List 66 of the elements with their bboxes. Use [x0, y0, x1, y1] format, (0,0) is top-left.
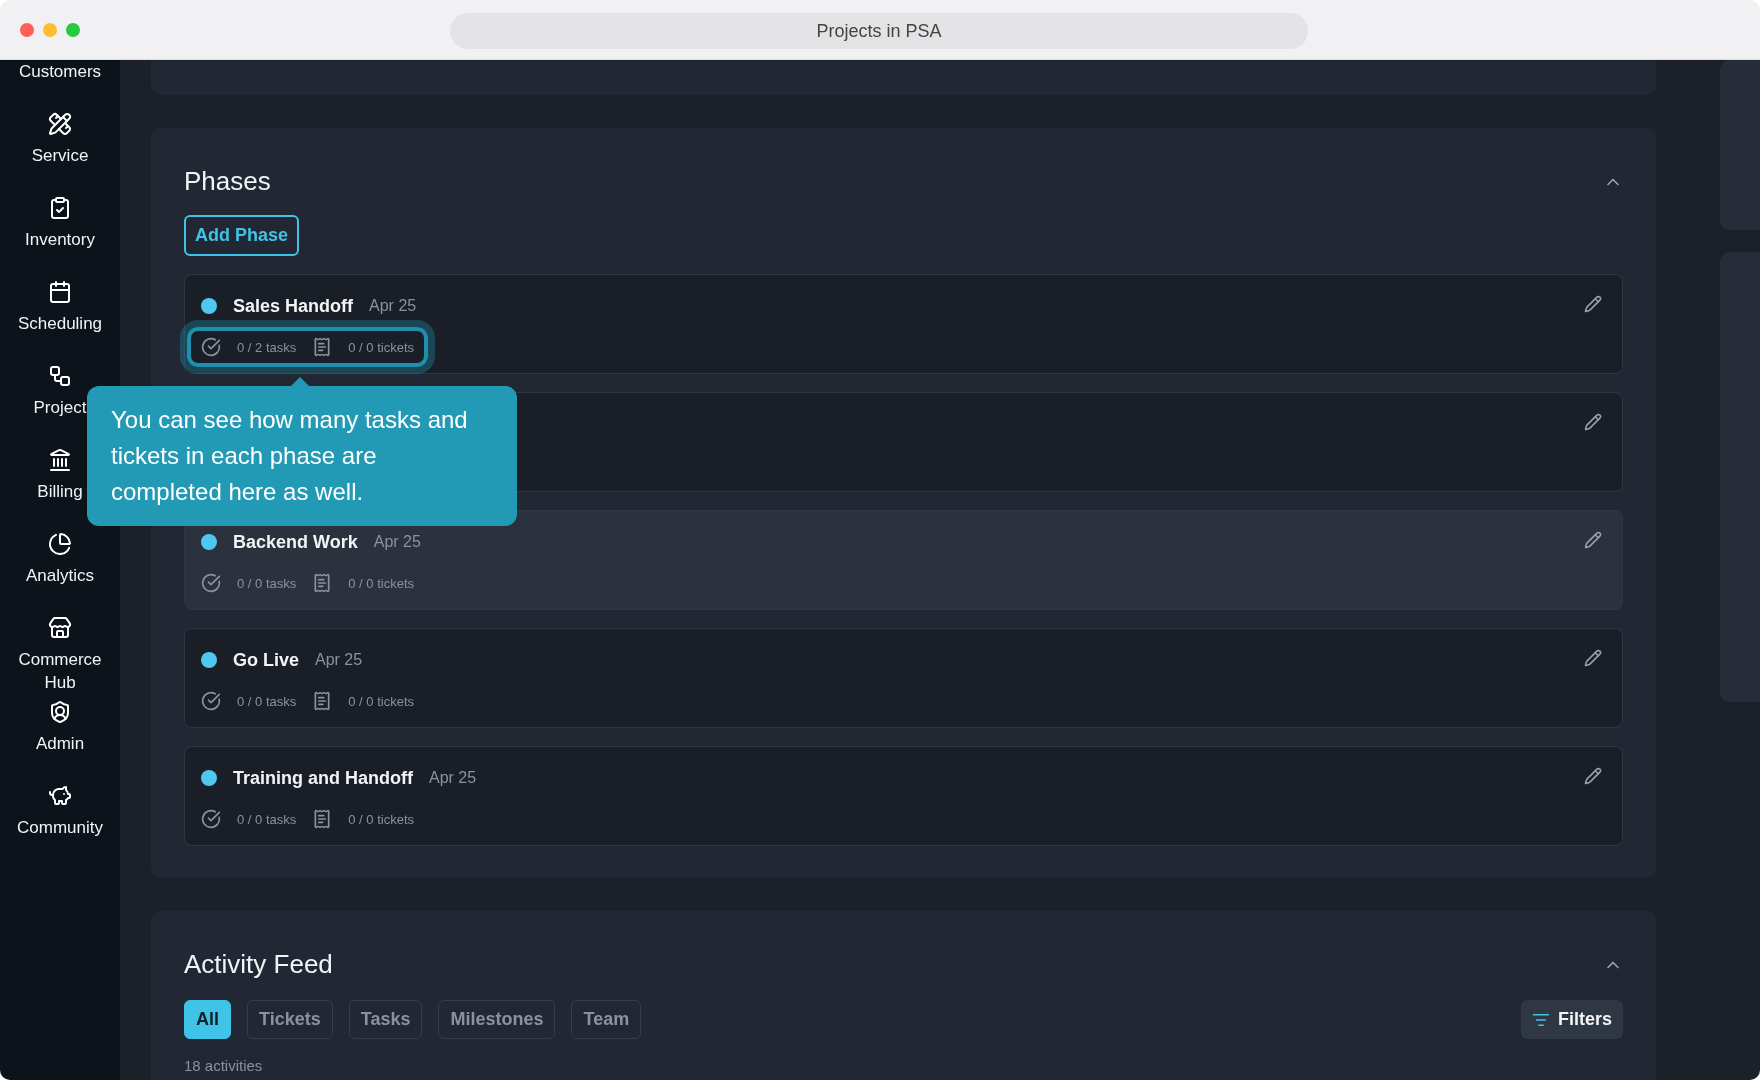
sidebar-item[interactable]: Commerce Hub [4, 616, 116, 700]
ticket-count: 0 / 0 tickets [348, 575, 414, 591]
section-title: Activity Feed [184, 949, 333, 980]
status-dot [201, 770, 217, 786]
calendar-icon [48, 280, 72, 304]
ticket-icon [312, 337, 333, 357]
status-dot [201, 652, 217, 668]
phase-row[interactable]: Backend Work Apr 25 0 / 0 tasks 0 / 0 tickets [184, 510, 1623, 610]
task-check-icon [201, 809, 221, 829]
ticket-icon [312, 573, 333, 593]
hierarchy-icon [48, 364, 72, 388]
phase-name: Training and Handoff [233, 767, 413, 789]
phase-name: Backend Work [233, 531, 358, 553]
filter-tab[interactable]: Tickets [247, 1000, 333, 1039]
bank-icon [48, 448, 72, 472]
shield-user-icon [48, 700, 72, 724]
phase-name: Go Live [233, 649, 299, 671]
filter-tab[interactable]: All [184, 1000, 231, 1039]
sidebar-item[interactable]: Inventory [4, 196, 116, 280]
task-check-icon [201, 337, 221, 357]
phase-date: Apr 25 [429, 769, 477, 787]
status-dot [201, 534, 217, 550]
task-count: 0 / 2 tasks [237, 339, 297, 355]
sidebar-item[interactable]: Analytics [4, 532, 116, 616]
phase-date: Apr 25 [373, 533, 421, 551]
edit-icon[interactable] [1584, 767, 1602, 785]
task-check-icon [201, 691, 221, 711]
edit-icon[interactable] [1584, 531, 1602, 549]
ticket-icon [312, 691, 333, 711]
pie-chart-icon [48, 532, 72, 556]
ticket-count: 0 / 0 tickets [348, 693, 414, 709]
phase-date: Apr 25 [315, 651, 363, 669]
piggy-bank-icon [48, 784, 72, 808]
filters-button[interactable]: Filters [1520, 1000, 1623, 1039]
edit-icon[interactable] [1584, 649, 1602, 667]
edit-icon[interactable] [1584, 413, 1602, 431]
filter-tab[interactable]: Milestones [438, 1000, 556, 1039]
tools-icon [48, 112, 72, 136]
phase-date: Apr 25 [369, 297, 417, 315]
ticket-count: 0 / 0 tickets [348, 339, 414, 355]
tooltip: You can see how many tasks and tickets in each phase are completed here as well. [87, 386, 517, 526]
filter-tab[interactable]: Team [571, 1000, 642, 1039]
sidebar-item[interactable]: Admin [4, 700, 116, 784]
sidebar-item[interactable]: Scheduling [4, 280, 116, 364]
task-count: 0 / 0 tasks [237, 575, 297, 591]
sidebar-item[interactable]: Customers [4, 60, 116, 112]
close-button[interactable] [20, 22, 34, 37]
task-count: 0 / 0 tasks [237, 811, 297, 827]
address-bar[interactable]: Projects in PSA [450, 13, 1308, 49]
status-dot [201, 298, 217, 314]
sidebar-item[interactable]: Service [4, 112, 116, 196]
sidebar-item[interactable]: Community [4, 784, 116, 868]
ticket-icon [312, 809, 333, 829]
store-icon [48, 616, 72, 640]
task-check-icon [201, 573, 221, 593]
phase-row[interactable]: Training and Handoff Apr 25 0 / 0 tasks 0 / 0 tickets [184, 746, 1623, 846]
ticket-count: 0 / 0 tickets [348, 811, 414, 827]
phase-row[interactable]: Go Live Apr 25 0 / 0 tasks 0 / 0 tickets [184, 628, 1623, 728]
add-phase-button[interactable]: Add Phase [184, 215, 300, 256]
edit-icon[interactable] [1584, 295, 1602, 313]
clipboard-check-icon [48, 196, 72, 220]
activity-count: 18 activities [184, 1057, 264, 1074]
task-count: 0 / 0 tasks [237, 693, 297, 709]
phase-name: Sales Handoff [233, 295, 354, 317]
section-title: Phases [184, 166, 271, 197]
filter-tab[interactable]: Tasks [348, 1000, 423, 1039]
